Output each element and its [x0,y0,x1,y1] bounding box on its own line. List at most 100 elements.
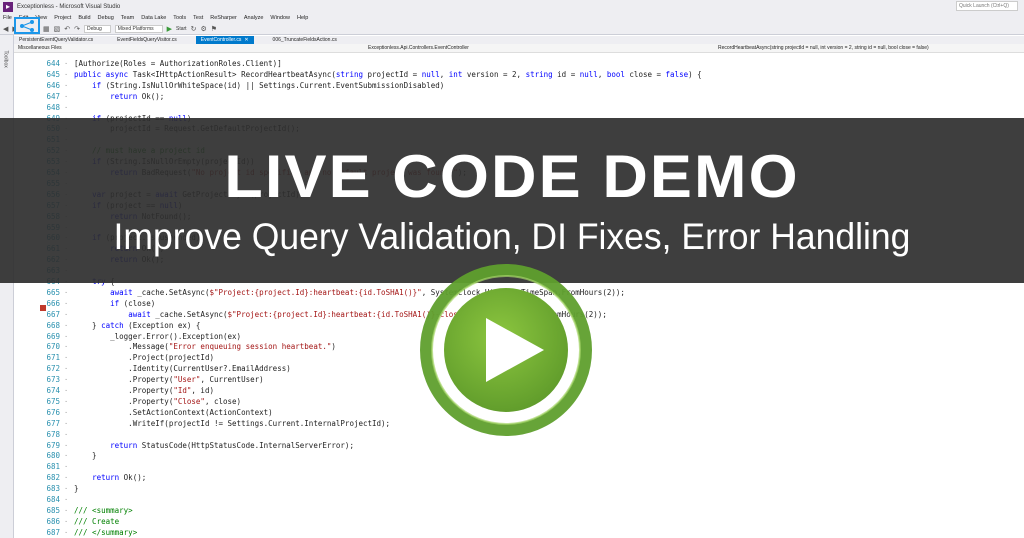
menu-build[interactable]: Build [78,15,90,21]
quick-launch-input[interactable]: Quick Launch (Ctrl+Q) [956,1,1018,11]
line-number: 648 [46,102,60,112]
code-text: .Property("Close", close) [74,396,242,406]
code-line[interactable]: 644 · [Authorize(Roles = AuthorizationRole… [14,59,1024,69]
fold-guide-icon: · [64,430,69,439]
line-number: 681 [46,462,60,472]
banner-title: LIVE CODE DEMO [224,143,800,210]
fold-guide-icon: · [64,517,69,526]
save-all-icon[interactable]: ▧ [54,25,61,33]
member-dropdown[interactable]: RecordHeartbeatAsync(string projectId = … [716,45,1022,52]
code-text: } [74,484,79,494]
fold-guide-icon: · [64,321,69,330]
window-title: Exceptionless - Microsoft Visual Studio [17,3,121,10]
code-text: .Property("Id", id) [74,386,214,395]
solution-config-select[interactable]: Debug [84,24,111,33]
live-share-button[interactable] [14,17,40,34]
menu-debug[interactable]: Debug [98,15,114,21]
solution-platform-select[interactable]: Mixed Platforms [114,24,163,33]
code-line[interactable]: 682 · return Ok(); [14,473,1024,483]
code-line[interactable]: 645 · public async Task<IHttpActionResult>… [14,70,1024,80]
line-number: 666 [46,298,60,308]
code-line[interactable]: 680 · } [14,451,1024,461]
fold-guide-icon: · [64,354,69,363]
tab-label: PersistentEventQueryValidator.cs [19,37,94,43]
line-number: 668 [46,320,60,330]
line-number: 644 [46,59,60,68]
fold-guide-icon: · [64,452,69,461]
menu-test[interactable]: Test [193,15,203,21]
menu-resharper[interactable]: ReSharper [210,15,237,21]
document-tab-strip: PersistentEventQueryValidator.cs EventFie… [14,36,1024,44]
menu-team[interactable]: Team [121,15,134,21]
code-line[interactable]: 679 · return StatusCode(HttpStatusCode.In… [14,441,1024,451]
menu-help[interactable]: Help [297,15,308,21]
line-number: 685 [46,505,60,515]
code-text: public async Task<IHttpActionResult> Rec… [74,69,702,79]
fold-guide-icon: · [64,288,69,297]
code-line[interactable]: 685 · /// <summary> [14,506,1024,516]
line-number: 677 [46,418,60,428]
code-text: if (String.IsNullOrWhiteSpace(id) || Set… [92,80,445,90]
code-line[interactable]: 681 · [14,462,1024,472]
code-line[interactable]: 686 · /// Create [14,517,1024,527]
menu-window[interactable]: Window [270,15,290,21]
code-text: return StatusCode(HttpStatusCode.Interna… [110,440,354,450]
bookmark-icon[interactable]: ⚑ [211,25,217,33]
line-number: 669 [46,331,60,341]
code-line[interactable]: 687 · /// </summary> [14,528,1024,538]
fold-guide-icon: · [64,103,69,112]
menu-analyze[interactable]: Analyze [244,15,264,21]
line-number: 674 [46,386,60,395]
redo-icon[interactable]: ↷ [74,25,80,33]
fold-guide-icon: · [64,463,69,472]
fold-guide-icon: · [64,376,69,385]
class-dropdown[interactable]: Exceptionless.Api.Controllers.EventContr… [366,45,706,52]
line-number: 678 [46,429,60,439]
code-line[interactable]: 684 · [14,495,1024,505]
line-number: 672 [46,364,60,374]
navigation-bar: Miscellaneous Files Exceptionless.Api.Co… [14,44,1024,53]
tab-3[interactable]: 006_TruncateFieldsAction.cs [268,36,342,44]
fold-guide-icon: · [64,419,69,428]
fold-guide-icon: · [64,387,69,395]
code-text: return Ok(); [92,473,147,483]
menu-tools[interactable]: Tools [173,15,186,21]
tab-1[interactable]: EventFieldsQueryVisitor.cs [112,36,182,44]
tab-label: EventFieldsQueryVisitor.cs [117,37,177,43]
code-text: .Project(projectId) [74,353,214,363]
fold-guide-icon: · [64,60,69,68]
title-bar: ▸ Exceptionless - Microsoft Visual Studi… [0,0,1024,13]
menu-project[interactable]: Project [54,15,71,21]
line-number: 676 [46,407,60,417]
line-number: 684 [46,495,60,504]
tab-label: 006_TruncateFieldsAction.cs [272,37,337,43]
start-button[interactable]: Start [176,26,187,32]
fold-guide-icon: · [64,81,69,90]
code-line[interactable]: 646 · if (String.IsNullOrWhiteSpace(id) |… [14,81,1024,91]
menu-file[interactable]: File [3,15,12,21]
code-text: /// Create [74,516,120,526]
fold-guide-icon: · [64,365,69,374]
fold-guide-icon: · [64,485,69,494]
tab-0[interactable]: PersistentEventQueryValidator.cs [14,36,98,44]
undo-icon[interactable]: ↶ [64,25,70,33]
code-text: /// <summary> [74,505,133,515]
fold-guide-icon: · [64,310,69,319]
code-line[interactable]: 647 · return Ok(); [14,92,1024,102]
project-dropdown[interactable]: Miscellaneous Files [16,45,356,52]
menu-data-lake[interactable]: Data Lake [141,15,166,21]
play-video-button[interactable] [420,264,592,436]
toolbox-panel[interactable]: Toolbox [0,35,14,538]
code-text: if (close) [110,298,156,308]
tab-close-icon[interactable]: ✕ [244,37,248,43]
code-line[interactable]: 683 ·} [14,484,1024,494]
attach-icon[interactable]: ⚙ [200,25,206,33]
code-line[interactable]: 648 · [14,103,1024,113]
save-icon[interactable]: ▦ [43,25,50,33]
line-number: 683 [46,484,60,494]
fold-guide-icon: · [64,474,69,483]
start-icon[interactable]: ▶ [167,25,172,33]
back-icon[interactable]: ◀ [3,25,8,33]
tab-2[interactable]: EventController.cs ✕ [195,36,254,44]
refresh-icon[interactable]: ↻ [191,25,197,33]
